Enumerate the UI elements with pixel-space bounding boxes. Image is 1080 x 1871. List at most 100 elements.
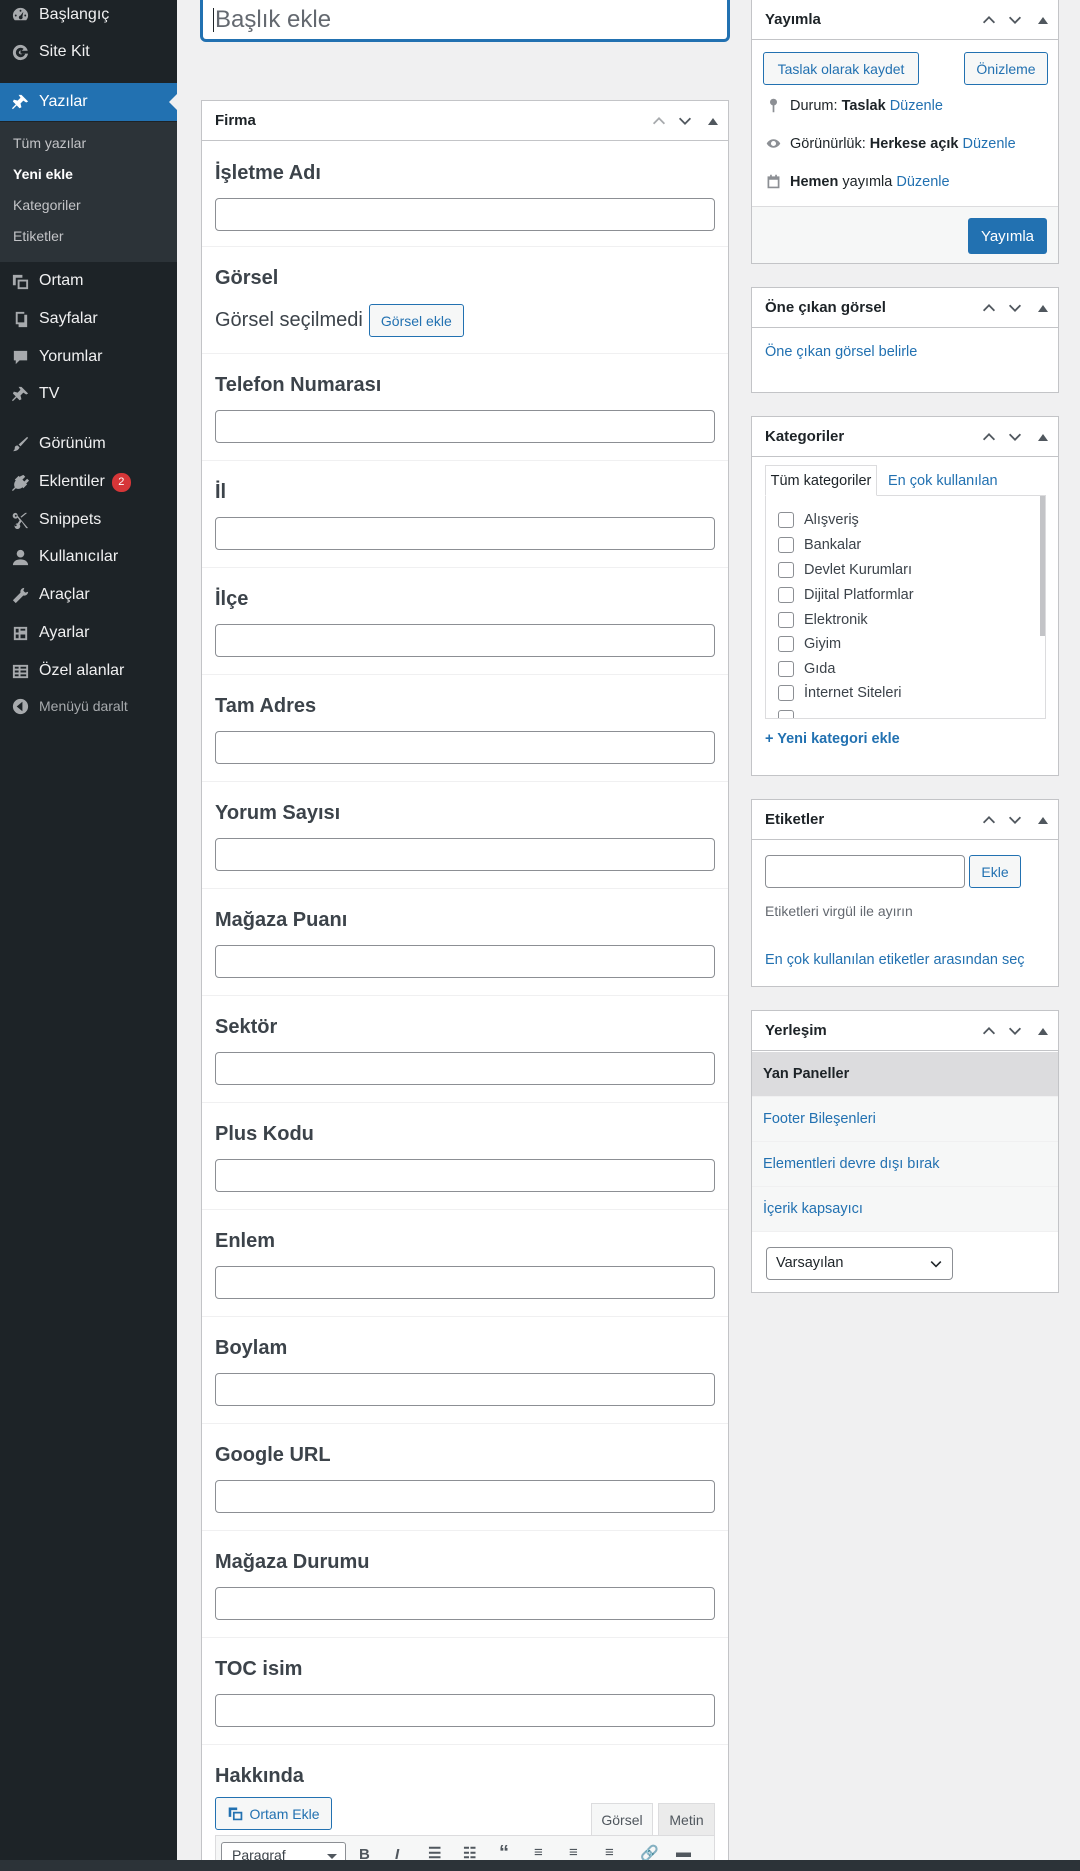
checkbox[interactable]: [778, 537, 794, 553]
toggle-panel-icon[interactable]: [1038, 1027, 1048, 1035]
edit-schedule-link[interactable]: Düzenle: [896, 174, 949, 190]
add-media-button[interactable]: Ortam Ekle: [215, 1797, 332, 1830]
move-up-icon[interactable]: [980, 811, 998, 829]
menu-pages[interactable]: Sayfalar: [0, 300, 177, 338]
category-item[interactable]: Devlet Kurumları: [778, 562, 912, 578]
add-image-button[interactable]: Görsel ekle: [368, 304, 464, 337]
layout-metabox: Yerleşim Yan Paneller Footer Bileşenleri…: [751, 1010, 1059, 1293]
menu-tv[interactable]: TV: [0, 375, 177, 413]
menu-comments[interactable]: Yorumlar: [0, 338, 177, 376]
latitude-input[interactable]: [215, 1266, 715, 1299]
menu-settings[interactable]: Ayarlar: [0, 614, 177, 652]
checkbox[interactable]: [778, 512, 794, 528]
checkbox[interactable]: [778, 612, 794, 628]
status-value: Taslak: [841, 97, 886, 114]
layout-tab-content-container[interactable]: İçerik kapsayıcı: [752, 1187, 1058, 1232]
toc-name-input[interactable]: [215, 1694, 715, 1727]
menu-appearance[interactable]: Görünüm: [0, 425, 177, 463]
toggle-panel-icon[interactable]: [1038, 816, 1048, 824]
menu-snippets[interactable]: Snippets: [0, 501, 177, 539]
store-rating-input[interactable]: [215, 945, 715, 978]
longitude-input[interactable]: [215, 1373, 715, 1406]
checkbox[interactable]: [778, 587, 794, 603]
business-name-input[interactable]: [215, 198, 715, 231]
move-down-icon[interactable]: [1006, 1022, 1024, 1040]
tab-text[interactable]: Metin: [658, 1803, 715, 1835]
store-status-input[interactable]: [215, 1587, 715, 1620]
field-label: İşletme Adı: [215, 162, 321, 184]
move-up-icon[interactable]: [980, 11, 998, 29]
phone-input[interactable]: [215, 410, 715, 443]
toggle-panel-icon[interactable]: [1038, 433, 1048, 441]
move-down-icon[interactable]: [1006, 428, 1024, 446]
menu-posts[interactable]: Yazılar: [0, 83, 177, 121]
align-right-icon[interactable]: ≡: [605, 1844, 614, 1861]
add-category-link[interactable]: + Yeni kategori ekle: [765, 731, 900, 747]
submenu-all-posts[interactable]: Tüm yazılar: [13, 135, 86, 151]
category-item[interactable]: Dijital Platformlar: [778, 587, 914, 603]
tab-most-used[interactable]: En çok kullanılan: [888, 465, 998, 496]
layout-tab-disable-elements[interactable]: Elementleri devre dışı bırak: [752, 1142, 1058, 1187]
toggle-panel-icon[interactable]: [708, 117, 718, 125]
category-item[interactable]: Alışveriş: [778, 512, 859, 528]
set-featured-image-link[interactable]: Öne çıkan görsel belirle: [765, 344, 917, 360]
read-more-icon[interactable]: ▬: [676, 1844, 691, 1861]
full-address-input[interactable]: [215, 731, 715, 764]
post-title-input[interactable]: Başlık ekle: [201, 0, 729, 41]
tag-input[interactable]: [765, 855, 965, 888]
toggle-panel-icon[interactable]: [1038, 304, 1048, 312]
collapse-menu-button[interactable]: Menüyü daralt: [0, 687, 177, 725]
menu-plugins[interactable]: Eklentiler 2: [0, 463, 177, 501]
move-up-icon[interactable]: [980, 1022, 998, 1040]
submenu-tags[interactable]: Etiketler: [13, 228, 64, 244]
publish-button[interactable]: Yayımla: [968, 218, 1047, 254]
sector-input[interactable]: [215, 1052, 715, 1085]
popular-tags-link[interactable]: En çok kullanılan etiketler arasından se…: [765, 952, 1025, 968]
edit-visibility-link[interactable]: Düzenle: [963, 136, 1016, 152]
submenu-categories[interactable]: Kategoriler: [13, 197, 81, 213]
menu-custom-fields[interactable]: Özel alanlar: [0, 652, 177, 690]
move-up-icon[interactable]: [980, 428, 998, 446]
menu-tools[interactable]: Araçlar: [0, 576, 177, 614]
submenu-add-new[interactable]: Yeni ekle: [13, 166, 73, 182]
checkbox[interactable]: [778, 562, 794, 578]
menu-media[interactable]: Ortam: [0, 262, 177, 300]
checkbox[interactable]: [778, 661, 794, 677]
menu-users[interactable]: Kullanıcılar: [0, 538, 177, 576]
category-item-partial[interactable]: [778, 710, 804, 718]
category-item[interactable]: İnternet Siteleri: [778, 685, 902, 701]
category-item[interactable]: Giyim: [778, 636, 841, 652]
preview-button[interactable]: Önizleme: [964, 52, 1048, 85]
tab-visual[interactable]: Görsel: [591, 1803, 653, 1835]
city-input[interactable]: [215, 517, 715, 550]
move-down-icon[interactable]: [1006, 299, 1024, 317]
category-item[interactable]: Elektronik: [778, 612, 868, 628]
menu-dashboard[interactable]: Başlangıç: [0, 0, 177, 34]
scrollbar-thumb[interactable]: [1040, 496, 1045, 636]
move-down-icon[interactable]: [676, 112, 694, 130]
layout-select[interactable]: Varsayılan: [766, 1247, 953, 1280]
google-url-input[interactable]: [215, 1480, 715, 1513]
move-up-icon[interactable]: [980, 299, 998, 317]
checkbox[interactable]: [778, 636, 794, 652]
align-left-icon[interactable]: ≡: [534, 1844, 543, 1861]
menu-site-kit[interactable]: Site Kit: [0, 33, 177, 71]
tab-all-categories[interactable]: Tüm kategoriler: [765, 465, 877, 496]
checkbox[interactable]: [778, 685, 794, 701]
category-item[interactable]: Gıda: [778, 661, 835, 677]
district-input[interactable]: [215, 624, 715, 657]
layout-tab-footer-widgets[interactable]: Footer Bileşenleri: [752, 1097, 1058, 1142]
move-up-icon[interactable]: [650, 112, 668, 130]
category-item[interactable]: Bankalar: [778, 537, 861, 553]
add-tag-button[interactable]: Ekle: [969, 855, 1021, 888]
layout-tab-sidebars[interactable]: Yan Paneller: [752, 1052, 1058, 1097]
checkbox[interactable]: [778, 710, 794, 718]
edit-status-link[interactable]: Düzenle: [890, 98, 943, 114]
save-draft-button[interactable]: Taslak olarak kaydet: [763, 52, 919, 85]
toggle-panel-icon[interactable]: [1038, 16, 1048, 24]
plus-code-input[interactable]: [215, 1159, 715, 1192]
move-down-icon[interactable]: [1006, 11, 1024, 29]
align-center-icon[interactable]: ≡: [569, 1844, 578, 1861]
move-down-icon[interactable]: [1006, 811, 1024, 829]
review-count-input[interactable]: [215, 838, 715, 871]
